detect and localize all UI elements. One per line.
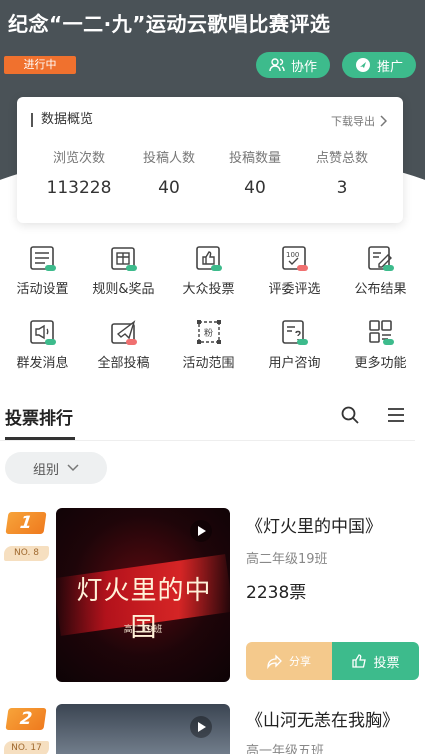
- menu-public-vote[interactable]: 大众投票: [166, 240, 251, 300]
- export-link[interactable]: 下载导出: [331, 113, 387, 129]
- stat-label: 浏览次数: [52, 151, 105, 166]
- menu-label: 活动范围: [182, 356, 235, 371]
- vote-label: 投票: [373, 655, 400, 671]
- menu-rules-prizes[interactable]: 规则&奖品: [81, 240, 166, 300]
- vote-button[interactable]: 投票: [332, 642, 419, 680]
- thumbnail-subtitle: 高二19班: [123, 625, 163, 635]
- menu-label: 公布结果: [354, 282, 407, 297]
- menu-broadcast[interactable]: 群发消息: [0, 314, 85, 374]
- divider: [0, 440, 415, 441]
- data-overview-card: 数据概览 下载导出 浏览次数 113228 投稿人数 40 投稿数量 40 点赞…: [17, 97, 403, 223]
- menu-activity-settings[interactable]: 活动设置: [0, 240, 85, 300]
- share-icon: [267, 654, 282, 669]
- menu-all-submissions[interactable]: 全部投稿: [81, 314, 166, 374]
- stat-views: 浏览次数 113228: [31, 147, 127, 198]
- share-label: 分享: [289, 655, 311, 668]
- settings-sliders-icon: [30, 246, 56, 271]
- group-filter-dropdown[interactable]: 组别: [5, 452, 107, 484]
- promote-icon: [355, 58, 370, 72]
- menu-judge-review[interactable]: 100 评委评选: [252, 240, 337, 300]
- menu-label: 大众投票: [182, 282, 235, 297]
- menu-label: 活动设置: [16, 282, 69, 297]
- search-icon[interactable]: [340, 405, 360, 425]
- fan-range-icon: 粉: [197, 320, 221, 344]
- stat-submissions: 投稿数量 40: [207, 147, 303, 198]
- rank-badge: 2: [5, 708, 47, 730]
- play-icon[interactable]: [190, 520, 212, 542]
- stat-label: 投稿人数: [142, 151, 195, 166]
- entry-title: 《山河无恙在我胸》: [246, 711, 399, 731]
- menu-label: 全部投稿: [97, 356, 150, 371]
- promote-button[interactable]: 推广: [342, 52, 416, 78]
- entry-number: NO. 17: [4, 741, 49, 754]
- edit-document-icon: [368, 246, 394, 271]
- promote-label: 推广: [376, 59, 403, 75]
- menu-publish-results[interactable]: 公布结果: [338, 240, 423, 300]
- gift-icon: [111, 247, 137, 271]
- stat-likes: 点赞总数 3: [294, 147, 390, 198]
- menu-label: 规则&奖品: [92, 282, 155, 297]
- stat-value: 113228: [46, 178, 112, 198]
- entry-thumbnail[interactable]: [56, 704, 230, 754]
- collaborate-label: 协作: [290, 59, 317, 75]
- chevron-right-icon: [380, 115, 387, 127]
- entry-number: NO. 8: [4, 546, 49, 561]
- thumbs-up-icon: [352, 654, 367, 668]
- ranking-title: 投票排行: [5, 409, 73, 429]
- thumbs-up-icon: [196, 246, 222, 271]
- question-doc-icon: [282, 320, 308, 345]
- send-plane-icon: [111, 320, 137, 345]
- status-badge: 进行中: [4, 56, 76, 74]
- entry-thumbnail[interactable]: 灯火里的中国 高二19班: [56, 508, 230, 682]
- group-filter-label: 组别: [32, 462, 59, 478]
- export-label: 下载导出: [331, 115, 375, 128]
- entry-title: 《灯火里的中国》: [246, 517, 382, 537]
- overview-title: 数据概览: [31, 113, 93, 127]
- menu-label: 用户咨询: [268, 356, 321, 371]
- stat-label: 点赞总数: [315, 151, 368, 166]
- menu-user-consult[interactable]: 用户咨询: [252, 314, 337, 374]
- score-100-icon: 100: [282, 246, 308, 271]
- menu-more-features[interactable]: 更多功能: [338, 314, 423, 374]
- play-icon[interactable]: [190, 716, 212, 738]
- entry-votes: 2238票: [246, 583, 307, 603]
- collaborate-button[interactable]: 协作: [256, 52, 330, 78]
- chevron-down-icon: [67, 464, 79, 472]
- stat-value: 40: [158, 178, 180, 198]
- stat-value: 40: [244, 178, 266, 198]
- page-title: 纪念“一二·九”运动云歌唱比赛评选: [8, 12, 331, 36]
- megaphone-icon: [30, 320, 56, 345]
- stat-value: 3: [336, 178, 348, 198]
- share-button[interactable]: 分享: [246, 642, 332, 680]
- menu-icon[interactable]: [386, 406, 406, 424]
- svg-text:粉: 粉: [204, 327, 213, 339]
- rank-badge: 1: [5, 512, 47, 534]
- menu-label: 群发消息: [16, 356, 69, 371]
- stat-label: 投稿数量: [228, 151, 281, 166]
- entry-actions: 分享 投票: [246, 642, 419, 680]
- entry-class: 高一年级五班: [246, 744, 325, 754]
- menu-label: 更多功能: [354, 356, 407, 371]
- stat-submitters: 投稿人数 40: [121, 147, 217, 198]
- menu-label: 评委评选: [268, 282, 321, 297]
- grid-apps-icon: [369, 320, 394, 345]
- users-icon: [269, 58, 285, 72]
- menu-activity-range[interactable]: 粉 活动范围: [166, 314, 251, 374]
- entry-class: 高二年级19班: [246, 552, 328, 567]
